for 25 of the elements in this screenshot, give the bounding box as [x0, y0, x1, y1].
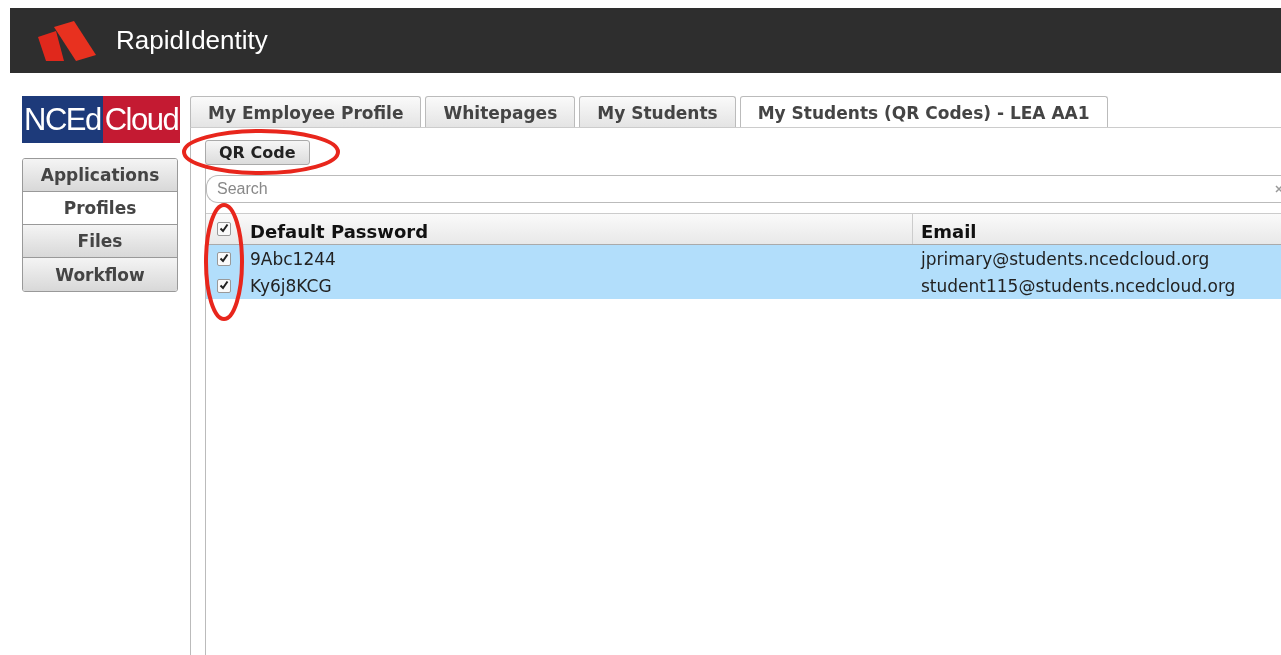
table-cell-text: Ky6j8KCG: [249, 274, 333, 298]
clear-icon[interactable]: [1275, 185, 1281, 193]
column-header[interactable]: Email: [912, 214, 1281, 244]
checkbox[interactable]: [217, 251, 231, 266]
logo-text: Cloud: [102, 96, 181, 143]
table-row[interactable]: Ky6j8KCG student115@students.ncedcloud.org: [206, 272, 1281, 299]
column-header[interactable]: Default Password: [242, 214, 912, 244]
qr-code-button[interactable]: QR Code: [205, 140, 310, 165]
logo-text: NCEd: [22, 96, 103, 143]
tab[interactable]: Whitepages: [425, 96, 576, 127]
table-cell-text: 9Abc1244: [249, 247, 337, 271]
table-cell-text: jprimary@students.ncedcloud.org: [919, 247, 1211, 271]
table-cell-text: student115@students.ncedcloud.org: [920, 274, 1237, 298]
app-title: RapidIdentity: [116, 25, 268, 56]
tab[interactable]: My Students: [579, 96, 736, 127]
sidebar-item[interactable]: Applications: [23, 159, 177, 192]
search-field[interactable]: Search: [206, 175, 1281, 203]
checkbox[interactable]: [217, 222, 231, 236]
checkbox[interactable]: [217, 278, 231, 293]
table-row[interactable]: 9Abc1244 jprimary@students.ncedcloud.org: [206, 245, 1281, 272]
sidebar-item[interactable]: Workflow: [23, 258, 177, 291]
tab[interactable]: My Employee Profile: [190, 96, 422, 127]
logo-icon: [38, 20, 96, 61]
tab[interactable]: My Students (QR Codes) - LEA AA1: [739, 96, 1108, 127]
sidebar-item[interactable]: Files: [23, 225, 177, 258]
